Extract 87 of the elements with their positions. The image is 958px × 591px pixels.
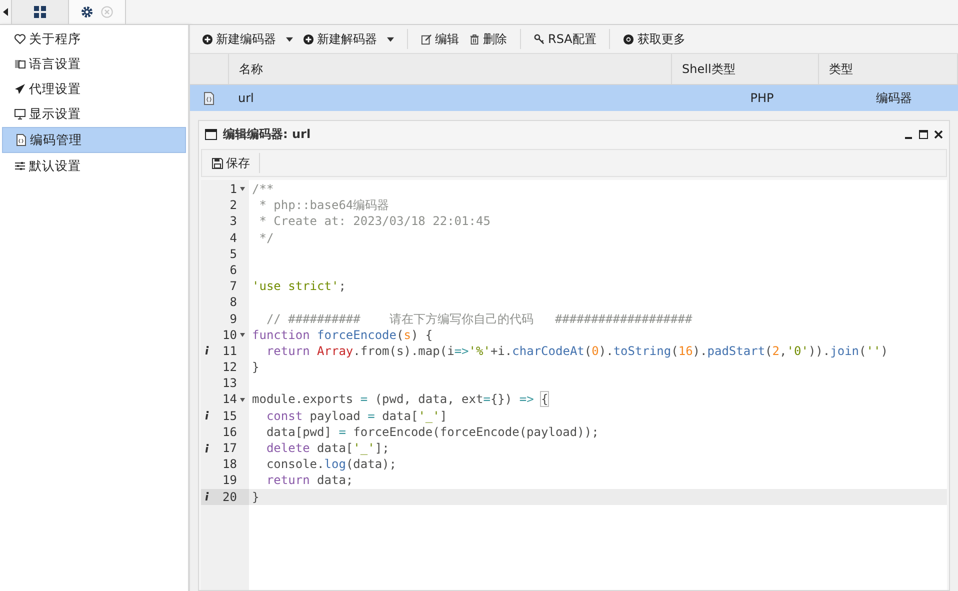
monitor-icon <box>14 108 26 120</box>
code-line: * php::base64编码器 <box>258 197 390 214</box>
line-number: 12 <box>222 359 237 376</box>
paper-plane-icon <box>14 83 26 95</box>
line-number: 15 <box>222 408 237 424</box>
code-line: } <box>251 359 260 376</box>
sidebar-item[interactable]: 编码管理 <box>2 127 186 153</box>
table-cell-text: PHP <box>749 90 775 107</box>
edit-icon <box>421 34 432 44</box>
grid-icon <box>34 6 46 18</box>
sliders-icon <box>14 160 26 172</box>
sidebar-item[interactable]: 默认设置 <box>2 154 186 178</box>
maximize-icon[interactable] <box>919 130 928 138</box>
line-number: 6 <box>228 262 237 278</box>
fold-caret-icon[interactable] <box>240 398 244 402</box>
table-cell-text: url <box>237 90 255 107</box>
settings-icon <box>81 6 93 18</box>
sidebar-item[interactable]: 语言设置 <box>2 52 186 76</box>
window-title: 编辑编码器: url <box>223 126 311 142</box>
caret-icon <box>387 36 394 42</box>
fold-caret-icon[interactable] <box>240 187 244 192</box>
file-code-icon <box>203 92 215 104</box>
save-button[interactable]: 保存 <box>208 152 254 174</box>
tab[interactable] <box>69 0 126 24</box>
info-icon <box>205 444 209 453</box>
sidebar-item[interactable]: 关于程序 <box>2 27 186 51</box>
line-number: 19 <box>222 472 237 489</box>
code-line: return Array.from(s).map(i=>'%'+i.charCodeAt(0).toString(16).padStart(2,'0')).join('') <box>265 342 888 360</box>
line-number: 1 <box>228 181 237 198</box>
fold-caret-icon[interactable] <box>240 332 244 337</box>
floppy-icon <box>212 158 223 168</box>
code-line: const payload = data['_'] <box>265 408 448 424</box>
code-line: } <box>251 488 260 505</box>
code-line: function forceEncode(s) { <box>251 326 433 343</box>
code-line: // ########## 请在下方编写你自己的代码 ################### <box>265 310 692 327</box>
window-icon <box>205 128 217 140</box>
code-line: /** <box>251 181 274 198</box>
line-number: 14 <box>222 391 237 408</box>
code-line: module.exports = (pwd, data, ext={}) => { <box>251 391 548 408</box>
toolbar-button[interactable]: 编辑 <box>419 28 461 50</box>
scroll-left-button[interactable] <box>0 0 12 24</box>
code-line: 'use strict'; <box>251 278 346 294</box>
code-line: delete data['_']; <box>265 440 390 456</box>
caret-icon <box>286 36 293 42</box>
code-line: data[pwd] = forceEncode(forceEncode(payload)); <box>265 424 599 440</box>
left-arrow-icon <box>2 8 8 16</box>
column-header[interactable]: Shell类型 <box>672 54 819 84</box>
info-icon <box>205 411 209 420</box>
plus-circle-icon <box>202 34 213 44</box>
table-cell-text: 编码器 <box>875 90 913 106</box>
line-number: 17 <box>222 440 237 456</box>
close-icon[interactable] <box>934 130 943 138</box>
table-row[interactable]: url PHP 编码器 <box>190 85 958 111</box>
heart-icon <box>14 33 26 45</box>
line-number: 7 <box>228 278 237 294</box>
column-header[interactable]: 类型 <box>819 54 958 84</box>
line-number: 10 <box>222 326 237 343</box>
info-icon <box>205 492 209 502</box>
toolbar-button[interactable]: 新建解码器 <box>301 28 396 50</box>
line-number: 2 <box>228 197 237 214</box>
sidebar-item[interactable]: 显示设置 <box>2 102 186 126</box>
code-line: console.log(data); <box>265 456 397 472</box>
toolbar-button[interactable]: 获取更多 <box>621 28 688 50</box>
line-number: 11 <box>222 342 237 360</box>
line-number: 8 <box>228 294 237 311</box>
line-number: 16 <box>222 424 237 440</box>
line-number: 3 <box>228 213 237 230</box>
plus-circle-icon <box>303 34 314 44</box>
toolbar-button[interactable]: 删除 <box>467 28 509 50</box>
line-number: 13 <box>222 375 237 392</box>
line-number: 5 <box>228 246 237 262</box>
toolbar-button[interactable]: RSA配置 <box>532 28 598 50</box>
line-number: 4 <box>228 230 237 246</box>
trash-icon <box>469 34 480 44</box>
toolbar-button[interactable]: 新建编码器 <box>200 28 295 50</box>
tab[interactable] <box>12 0 69 24</box>
key-icon <box>534 34 545 44</box>
column-header[interactable]: 名称 <box>229 54 672 84</box>
code-line: * Create at: 2023/03/18 22:01:45 <box>258 213 490 230</box>
code-line: return data; <box>265 472 354 489</box>
line-number: 9 <box>228 310 237 327</box>
code-line: */ <box>258 230 274 246</box>
sidebar-item[interactable]: 代理设置 <box>2 77 186 101</box>
line-number: 20 <box>222 488 237 505</box>
info-icon <box>205 346 209 356</box>
file-code-icon <box>15 134 27 146</box>
line-number: 18 <box>222 456 237 472</box>
